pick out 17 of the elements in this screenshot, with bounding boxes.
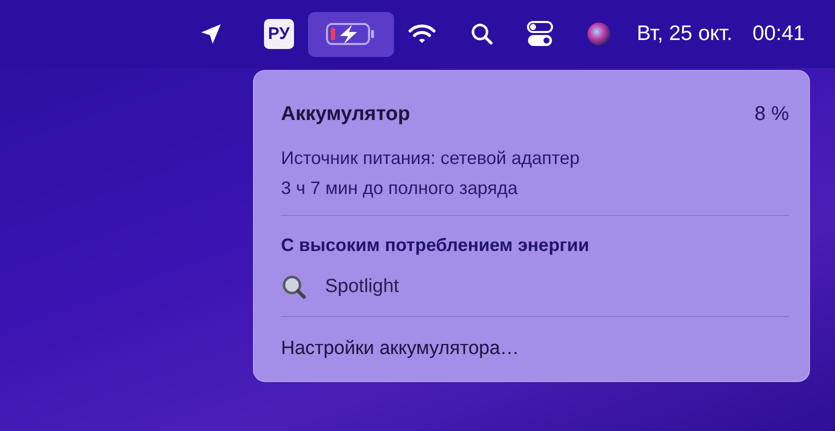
siri-icon[interactable] [586, 22, 611, 46]
section-title: С высоким потреблением энергии [281, 234, 590, 257]
battery-title: Аккумулятор [281, 102, 410, 127]
wifi-icon[interactable] [408, 23, 436, 45]
power-source-text: Источник питания: сетевой адаптер [281, 147, 581, 170]
magnifier-icon [281, 274, 307, 300]
time-to-full-text: 3 ч 7 мин до полного заряда [281, 177, 519, 200]
battery-menu-button[interactable] [308, 12, 394, 56]
battery-percent: 8 % [754, 102, 789, 127]
toggles-icon[interactable] [526, 21, 553, 47]
app-item[interactable]: Spotlight [281, 273, 789, 302]
battery-charging-icon [326, 23, 376, 45]
battery-settings-item[interactable]: Настройки аккумулятора… [281, 334, 789, 363]
menu-bar-date[interactable]: Вт, 25 окт. [636, 18, 732, 50]
input-source-indicator[interactable]: РУ [264, 19, 294, 49]
search-icon[interactable] [470, 22, 494, 46]
menu-bar-time[interactable]: 00:41 [752, 18, 805, 50]
